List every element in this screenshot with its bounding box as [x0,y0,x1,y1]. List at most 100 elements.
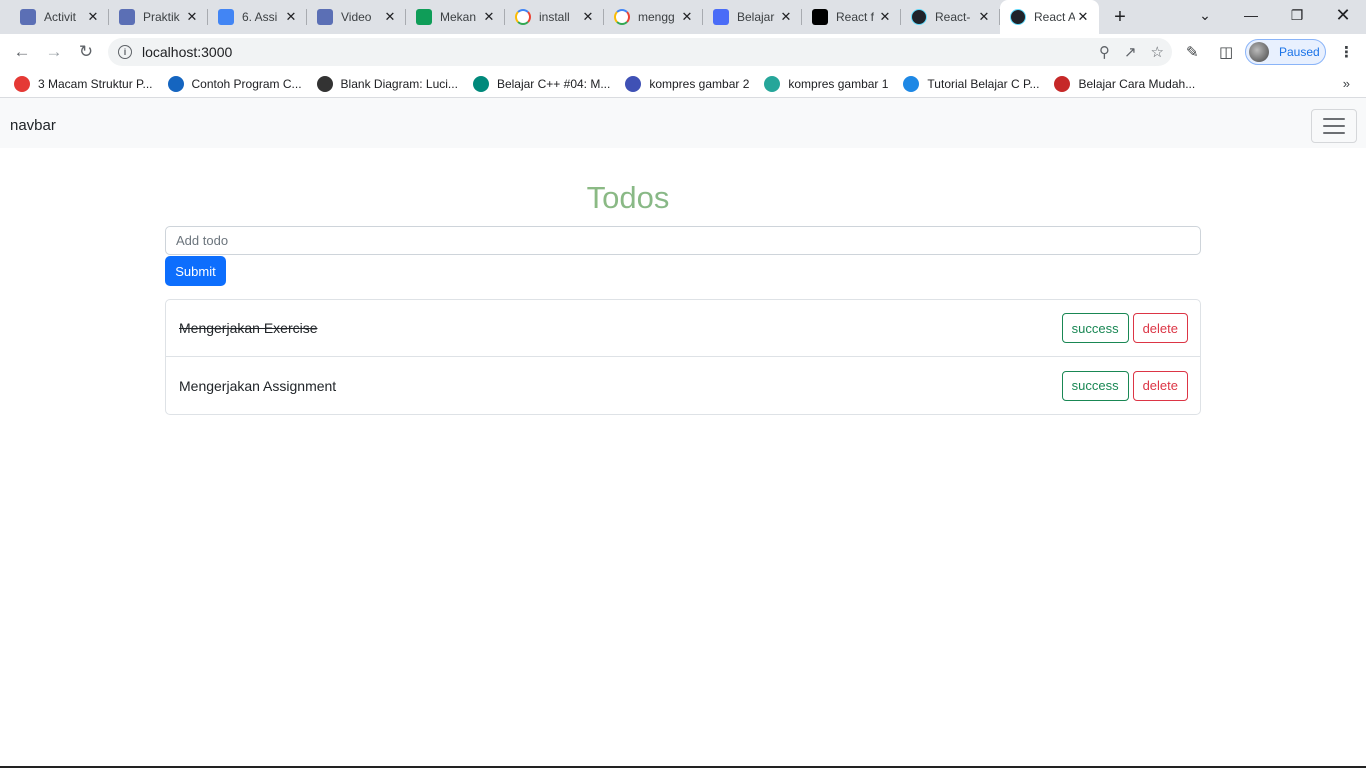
bookmark-label: Blank Diagram: Luci... [340,76,458,91]
site-icon [119,9,135,25]
bookmark-item[interactable]: 3 Macam Struktur P... [14,75,153,92]
back-icon[interactable]: ← [6,36,38,68]
bookmark-label: 3 Macam Struktur P... [38,76,153,91]
app-navbar: navbar [0,98,1366,148]
tab-search-icon[interactable]: ⌄ [1182,0,1228,30]
success-button[interactable]: success [1061,370,1129,401]
navbar-toggler-button[interactable] [1311,109,1357,143]
todo-list: Mengerjakan Exercise success delete Mengerj… [165,299,1201,415]
bookmark-label: kompres gambar 2 [649,76,750,91]
md-icon [14,75,30,92]
browser-tab[interactable]: React- ✕ [901,0,1000,34]
bookmark-item[interactable]: Blank Diagram: Luci... [316,75,458,92]
bookmark-label: kompres gambar 1 [788,76,889,91]
share-icon[interactable]: ↗ [1124,43,1137,61]
close-tab-icon[interactable]: ✕ [580,9,596,25]
submit-button[interactable]: Submit [165,256,226,286]
minimize-icon[interactable]: — [1228,0,1274,30]
close-tab-icon[interactable]: ✕ [382,9,398,25]
close-tab-icon[interactable]: ✕ [283,9,299,25]
page-title: Todos [0,180,1256,216]
navbar-brand[interactable]: navbar [10,117,56,134]
browser-tab[interactable]: install ✕ [505,0,604,34]
todo-text: Mengerjakan Assignment [179,377,337,394]
browser-tab[interactable]: mengg ✕ [604,0,703,34]
url-text[interactable]: localhost:3000 [142,44,232,60]
profile-button[interactable]: Paused [1245,39,1326,65]
close-tab-icon[interactable]: ✕ [85,9,101,25]
zoom-icon[interactable]: ⚲ [1099,43,1110,61]
close-window-icon[interactable]: ✕ [1320,0,1366,30]
browser-tab[interactable]: React A ✕ [1000,0,1099,34]
browser-tab[interactable]: Belajar ✕ [703,0,802,34]
delete-button[interactable]: delete [1132,313,1188,343]
google-icon [515,9,531,25]
tab-title: install [539,10,570,24]
close-tab-icon[interactable]: ✕ [1075,9,1091,25]
browser-tab[interactable]: 6. Assi ✕ [208,0,307,34]
todo-actions: success delete [1061,357,1188,414]
restore-icon[interactable]: ❐ [1274,0,1320,30]
browser-tab[interactable]: Praktik ✕ [109,0,208,34]
k-icon [167,75,184,92]
todo-text: Mengerjakan Exercise [179,320,318,336]
tab-title: mengg [638,10,675,24]
browser-tab[interactable]: React f ✕ [802,0,901,34]
flag-icon [1054,75,1071,92]
tab-list: Activit ✕ Praktik ✕ 6. Assi ✕ Video ✕ Mekan ✕ inst… [10,0,1099,34]
browser-tab[interactable]: Mekan ✕ [406,0,505,34]
bookmark-item[interactable]: kompres gambar 1 [764,75,889,92]
forward-icon[interactable]: → [38,36,70,68]
close-tab-icon[interactable]: ✕ [778,9,794,25]
bookmark-item[interactable]: Tutorial Belajar C P... [903,75,1039,92]
medium-icon [812,9,828,25]
google-icon [614,9,630,25]
wave-icon [713,9,729,25]
close-tab-icon[interactable]: ✕ [481,9,497,25]
close-tab-icon[interactable]: ✕ [877,9,893,25]
menu-kebab-icon[interactable]: ⋮ [1339,38,1354,66]
tab-title: Mekan [440,10,477,24]
close-tab-icon[interactable]: ✕ [679,9,695,25]
bookmark-item[interactable]: Belajar Cara Mudah... [1054,75,1196,92]
di-icon [903,75,920,92]
bookmark-item[interactable]: Contoh Program C... [167,75,302,92]
petani-icon [472,75,489,92]
bookmark-label: Belajar C++ #04: M... [496,76,611,91]
tab-title: Activit [44,10,77,24]
more-bookmarks-icon[interactable]: » [1343,76,1350,91]
success-button[interactable]: success [1061,313,1129,343]
avatar [1249,42,1269,62]
site-info-icon[interactable]: i [118,45,132,59]
address-bar[interactable]: i localhost:3000 ⚲ ↗ ☆ [108,38,1172,66]
site-icon [20,9,36,25]
bookmark-label: Belajar Cara Mudah... [1078,76,1196,91]
leaf-icon [764,75,781,92]
bookmark-item[interactable]: Belajar C++ #04: M... [472,75,611,92]
extensions-icon[interactable]: ✎ [1186,38,1199,66]
close-tab-icon[interactable]: ✕ [976,9,992,25]
react-icon [911,9,927,25]
reload-icon[interactable]: ↻ [70,36,102,68]
tab-title: Belajar [737,10,775,24]
bookmark-label: Contoh Program C... [191,76,302,91]
close-tab-icon[interactable]: ✕ [184,9,200,25]
tab-title: React f [836,10,875,24]
docs-icon [218,9,234,25]
side-panel-icon[interactable]: ◫ [1219,38,1233,66]
hamburger-icon [1323,118,1345,120]
sheets-icon [416,9,432,25]
delete-button[interactable]: delete [1132,370,1188,401]
bookmark-star-icon[interactable]: ☆ [1151,43,1164,61]
tab-title: Praktik [143,10,180,24]
profile-label: Paused [1279,45,1320,59]
tab-title: React- [935,10,971,24]
bookmark-item[interactable]: kompres gambar 2 [625,75,750,92]
lucid-icon [316,75,333,92]
new-tab-button[interactable]: + [1103,0,1137,34]
tab-title: 6. Assi [242,10,278,24]
browser-tab[interactable]: Activit ✕ [10,0,109,34]
browser-tab[interactable]: Video ✕ [307,0,406,34]
todo-item: Mengerjakan Exercise success delete [165,299,1201,357]
add-todo-input[interactable] [165,226,1201,255]
